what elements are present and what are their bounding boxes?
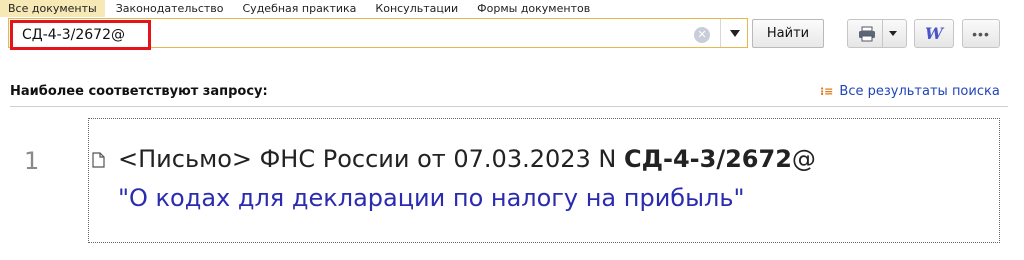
find-button[interactable]: Найти xyxy=(752,19,824,48)
result-subtitle-link[interactable]: "О кодах для декларации по налогу на при… xyxy=(118,184,745,212)
section-divider xyxy=(10,106,1008,107)
search-input[interactable] xyxy=(14,24,692,46)
document-icon xyxy=(92,152,105,168)
all-results-link[interactable]: ⁝≡ Все результаты поиска xyxy=(820,84,1000,99)
tree-list-icon: ⁝≡ xyxy=(820,85,834,98)
tab-document-forms[interactable]: Формы документов xyxy=(469,0,598,17)
chevron-down-icon xyxy=(730,29,740,37)
result-card[interactable] xyxy=(88,118,1000,243)
result-title[interactable]: <Письмо> ФНС России от 07.03.2023 N СД-4… xyxy=(118,145,816,173)
tab-all-documents[interactable]: Все документы xyxy=(0,0,105,17)
clear-search-icon[interactable]: ✕ xyxy=(694,27,710,43)
more-icon: ••• xyxy=(972,25,990,42)
tab-legislation[interactable]: Законодательство xyxy=(108,0,232,17)
print-separator xyxy=(881,20,883,47)
export-word-button[interactable]: W xyxy=(914,19,954,48)
all-results-label: Все результаты поиска xyxy=(839,84,1000,99)
result-title-prefix: <Письмо> ФНС России от 07.03.2023 N xyxy=(118,145,625,173)
more-options-button[interactable]: ••• xyxy=(962,19,1000,48)
best-match-heading: Наиболее соответствуют запросу: xyxy=(10,84,268,99)
result-title-suffix: @ xyxy=(791,145,816,173)
search-history-dropdown-button[interactable] xyxy=(720,19,749,47)
tab-consultations[interactable]: Консультации xyxy=(367,0,466,17)
print-button[interactable] xyxy=(847,19,907,48)
tab-court-practice[interactable]: Судебная практика xyxy=(235,0,365,17)
word-icon: W xyxy=(925,24,943,43)
result-number: 1 xyxy=(24,147,40,175)
result-title-match: СД-4-3/2672 xyxy=(624,145,792,173)
document-type-tabs: Все документы Законодательство Судебная … xyxy=(0,0,598,17)
print-options-chevron-icon[interactable] xyxy=(888,31,897,36)
printer-icon xyxy=(858,26,875,41)
